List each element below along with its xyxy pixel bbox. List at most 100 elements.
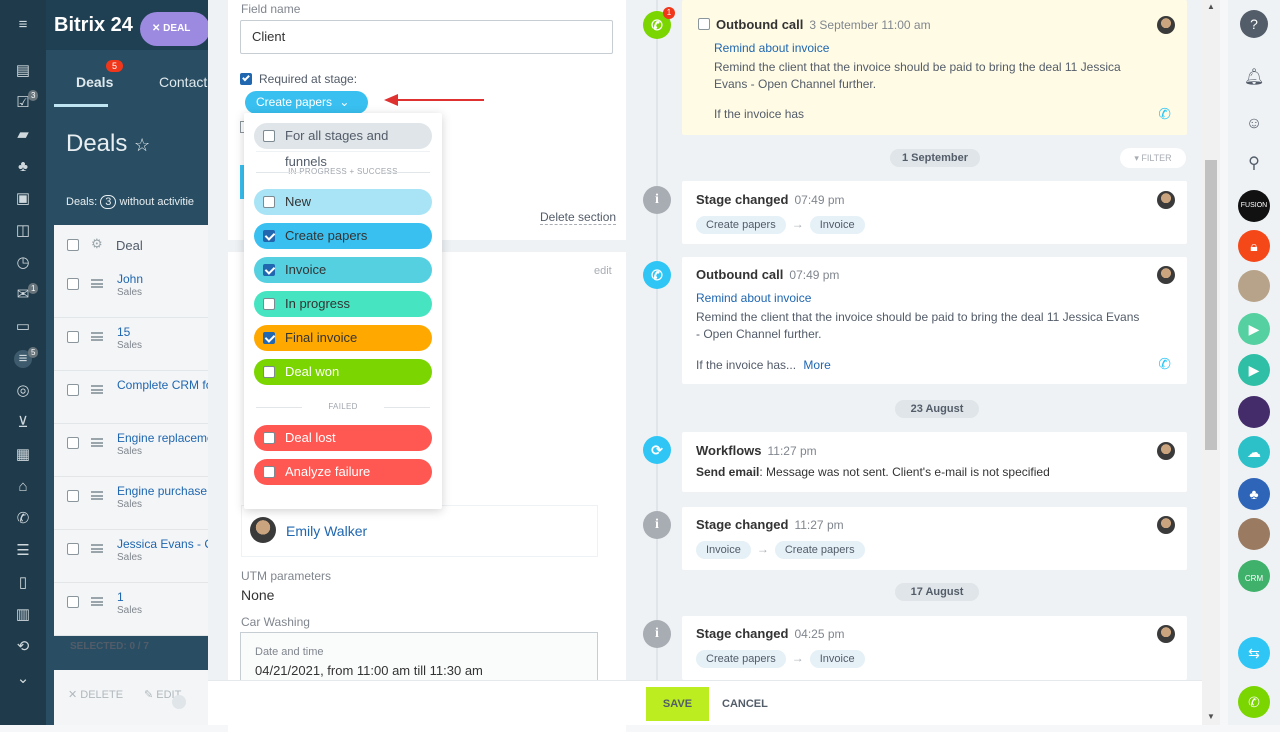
search-icon[interactable]: ⚲ <box>1238 148 1270 180</box>
scroll-up-icon[interactable]: ▲ <box>1207 2 1215 11</box>
sites-icon[interactable]: ⌂ <box>14 478 32 496</box>
help-icon[interactable]: ? <box>1240 10 1268 38</box>
stage-option[interactable]: Analyze failure <box>254 459 432 485</box>
option-checkbox[interactable] <box>263 366 275 378</box>
row-checkbox[interactable] <box>67 596 79 608</box>
drag-handle-icon[interactable] <box>91 279 103 288</box>
required-checkbox[interactable] <box>240 73 252 85</box>
transfer-icon[interactable]: ⇆ <box>1238 637 1270 669</box>
user-avatar-2[interactable] <box>1238 518 1270 550</box>
settings-icon[interactable]: ⚙ <box>91 236 103 252</box>
bell-icon[interactable]: 🔔︎ <box>1238 62 1270 94</box>
video-chat-icon-2[interactable]: ▶ <box>1238 354 1270 386</box>
deal-title[interactable]: Engine purchase <box>117 485 217 498</box>
responsible-name[interactable]: Emily Walker <box>286 523 367 539</box>
select-all-checkbox[interactable] <box>67 239 79 251</box>
stage-dropdown-button[interactable]: Create papers ⌄ <box>245 91 368 114</box>
row-checkbox[interactable] <box>67 278 79 290</box>
groups-chat-icon[interactable]: ♣ <box>1238 478 1270 510</box>
scroll-down-icon[interactable]: ▼ <box>1207 712 1215 721</box>
stage-option[interactable]: In progress <box>254 291 432 317</box>
stage-option[interactable]: New <box>254 189 432 215</box>
apps-icon[interactable]: ▦ <box>14 446 32 464</box>
groups-icon[interactable]: ♣ <box>14 158 32 176</box>
chat-icon[interactable]: ▰ <box>14 126 32 144</box>
deal-title[interactable]: 1 <box>117 591 217 604</box>
option-checkbox[interactable] <box>263 332 275 344</box>
stage-option[interactable]: Deal lost <box>254 425 432 451</box>
video-icon[interactable]: ◫ <box>14 222 32 240</box>
company-avatar[interactable]: FUSION <box>1238 190 1270 222</box>
more-link[interactable]: More <box>803 358 830 372</box>
row-checkbox[interactable] <box>67 543 79 555</box>
stack-icon[interactable]: ☰ <box>14 542 32 560</box>
option-checkbox[interactable] <box>263 264 275 276</box>
call-subject[interactable]: Remind about invoice <box>714 41 829 55</box>
menu-icon[interactable]: ≡ <box>14 16 32 34</box>
stage-option[interactable]: Final invoice <box>254 325 432 351</box>
user-avatar[interactable] <box>1238 270 1270 302</box>
option-checkbox[interactable] <box>263 432 275 444</box>
table-row[interactable]: 15 Sales <box>54 318 216 371</box>
video-chat-icon[interactable]: ▶ <box>1238 313 1270 345</box>
cancel-button[interactable]: CANCEL <box>722 698 768 710</box>
drag-handle-icon[interactable] <box>91 385 103 394</box>
drag-handle-icon[interactable] <box>91 597 103 606</box>
drag-handle-icon[interactable] <box>91 544 103 553</box>
print-icon[interactable] <box>172 695 186 709</box>
clock-icon[interactable]: ◷ <box>14 254 32 272</box>
phone-icon[interactable]: ✆ <box>14 510 32 528</box>
table-row[interactable]: Complete CRM fo "Feedback" <box>54 371 217 424</box>
row-checkbox[interactable] <box>67 490 79 502</box>
more-icon[interactable]: ⌄ <box>14 670 32 688</box>
option-checkbox[interactable] <box>263 230 275 242</box>
row-checkbox[interactable] <box>67 437 79 449</box>
table-row[interactable]: Jessica Evans - C Sales <box>54 530 216 583</box>
phone-icon[interactable]: ✆ <box>1158 105 1171 123</box>
option-checkbox[interactable] <box>263 298 275 310</box>
drag-handle-icon[interactable] <box>91 491 103 500</box>
deal-close-badge[interactable]: ✕ DEAL <box>140 12 210 46</box>
table-row[interactable]: John Sales <box>54 265 216 318</box>
scrollbar-thumb[interactable] <box>1205 160 1217 450</box>
schedule-icon[interactable]: ▥ <box>14 606 32 624</box>
crm-chat-icon[interactable]: CRM <box>1238 560 1270 592</box>
calendar-icon[interactable]: ▭ <box>14 318 32 336</box>
deal-title[interactable]: Engine replaceme <box>117 432 217 445</box>
cloud-icon[interactable]: ☁ <box>1238 436 1270 468</box>
deal-title[interactable]: Jessica Evans - C <box>117 538 217 551</box>
target-icon[interactable]: ◎ <box>14 382 32 400</box>
call-icon[interactable]: ✆ <box>1238 686 1270 718</box>
doc-icon[interactable]: ▯ <box>14 574 32 592</box>
option-checkbox[interactable] <box>263 196 275 208</box>
feed-icon[interactable]: ▤ <box>14 62 32 80</box>
cart-icon[interactable]: ⊻ <box>14 414 32 432</box>
stage-option[interactable]: Deal won <box>254 359 432 385</box>
table-row[interactable]: Engine purchase Sales <box>54 477 216 530</box>
option-all-stages[interactable]: For all stages and funnels <box>254 123 432 169</box>
tab-contacts[interactable]: Contact <box>159 74 207 90</box>
row-checkbox[interactable] <box>67 331 79 343</box>
field-name-input[interactable]: Client <box>240 20 613 54</box>
drag-handle-icon[interactable] <box>91 438 103 447</box>
group-avatar[interactable] <box>1238 396 1270 428</box>
deal-title[interactable]: John <box>117 273 217 286</box>
filter-button[interactable]: ▾ FILTER <box>1120 148 1186 168</box>
call-subject[interactable]: Remind about invoice <box>696 291 811 305</box>
drag-handle-icon[interactable] <box>91 332 103 341</box>
call-done-checkbox[interactable] <box>698 18 710 30</box>
table-row[interactable]: 1 Sales <box>54 583 216 636</box>
stage-option[interactable]: Invoice <box>254 257 432 283</box>
delete-action[interactable]: ✕ DELETE <box>68 688 123 701</box>
chat-bubble-icon[interactable]: ☺ <box>1238 108 1270 140</box>
deal-title[interactable]: 15 <box>117 326 217 339</box>
contacts-icon[interactable]: ▣ <box>14 190 32 208</box>
save-button[interactable]: SAVE <box>646 687 709 721</box>
delete-section-link[interactable]: Delete section <box>540 210 617 225</box>
deal-title[interactable]: Complete CRM fo "Feedback" <box>117 379 217 392</box>
edit-link[interactable]: edit <box>594 265 612 277</box>
lock-icon[interactable]: 🔒︎ <box>1238 230 1270 262</box>
sync-icon[interactable]: ⟲ <box>14 638 32 656</box>
row-checkbox[interactable] <box>67 384 79 396</box>
phone-icon[interactable]: ✆ <box>1158 355 1171 373</box>
